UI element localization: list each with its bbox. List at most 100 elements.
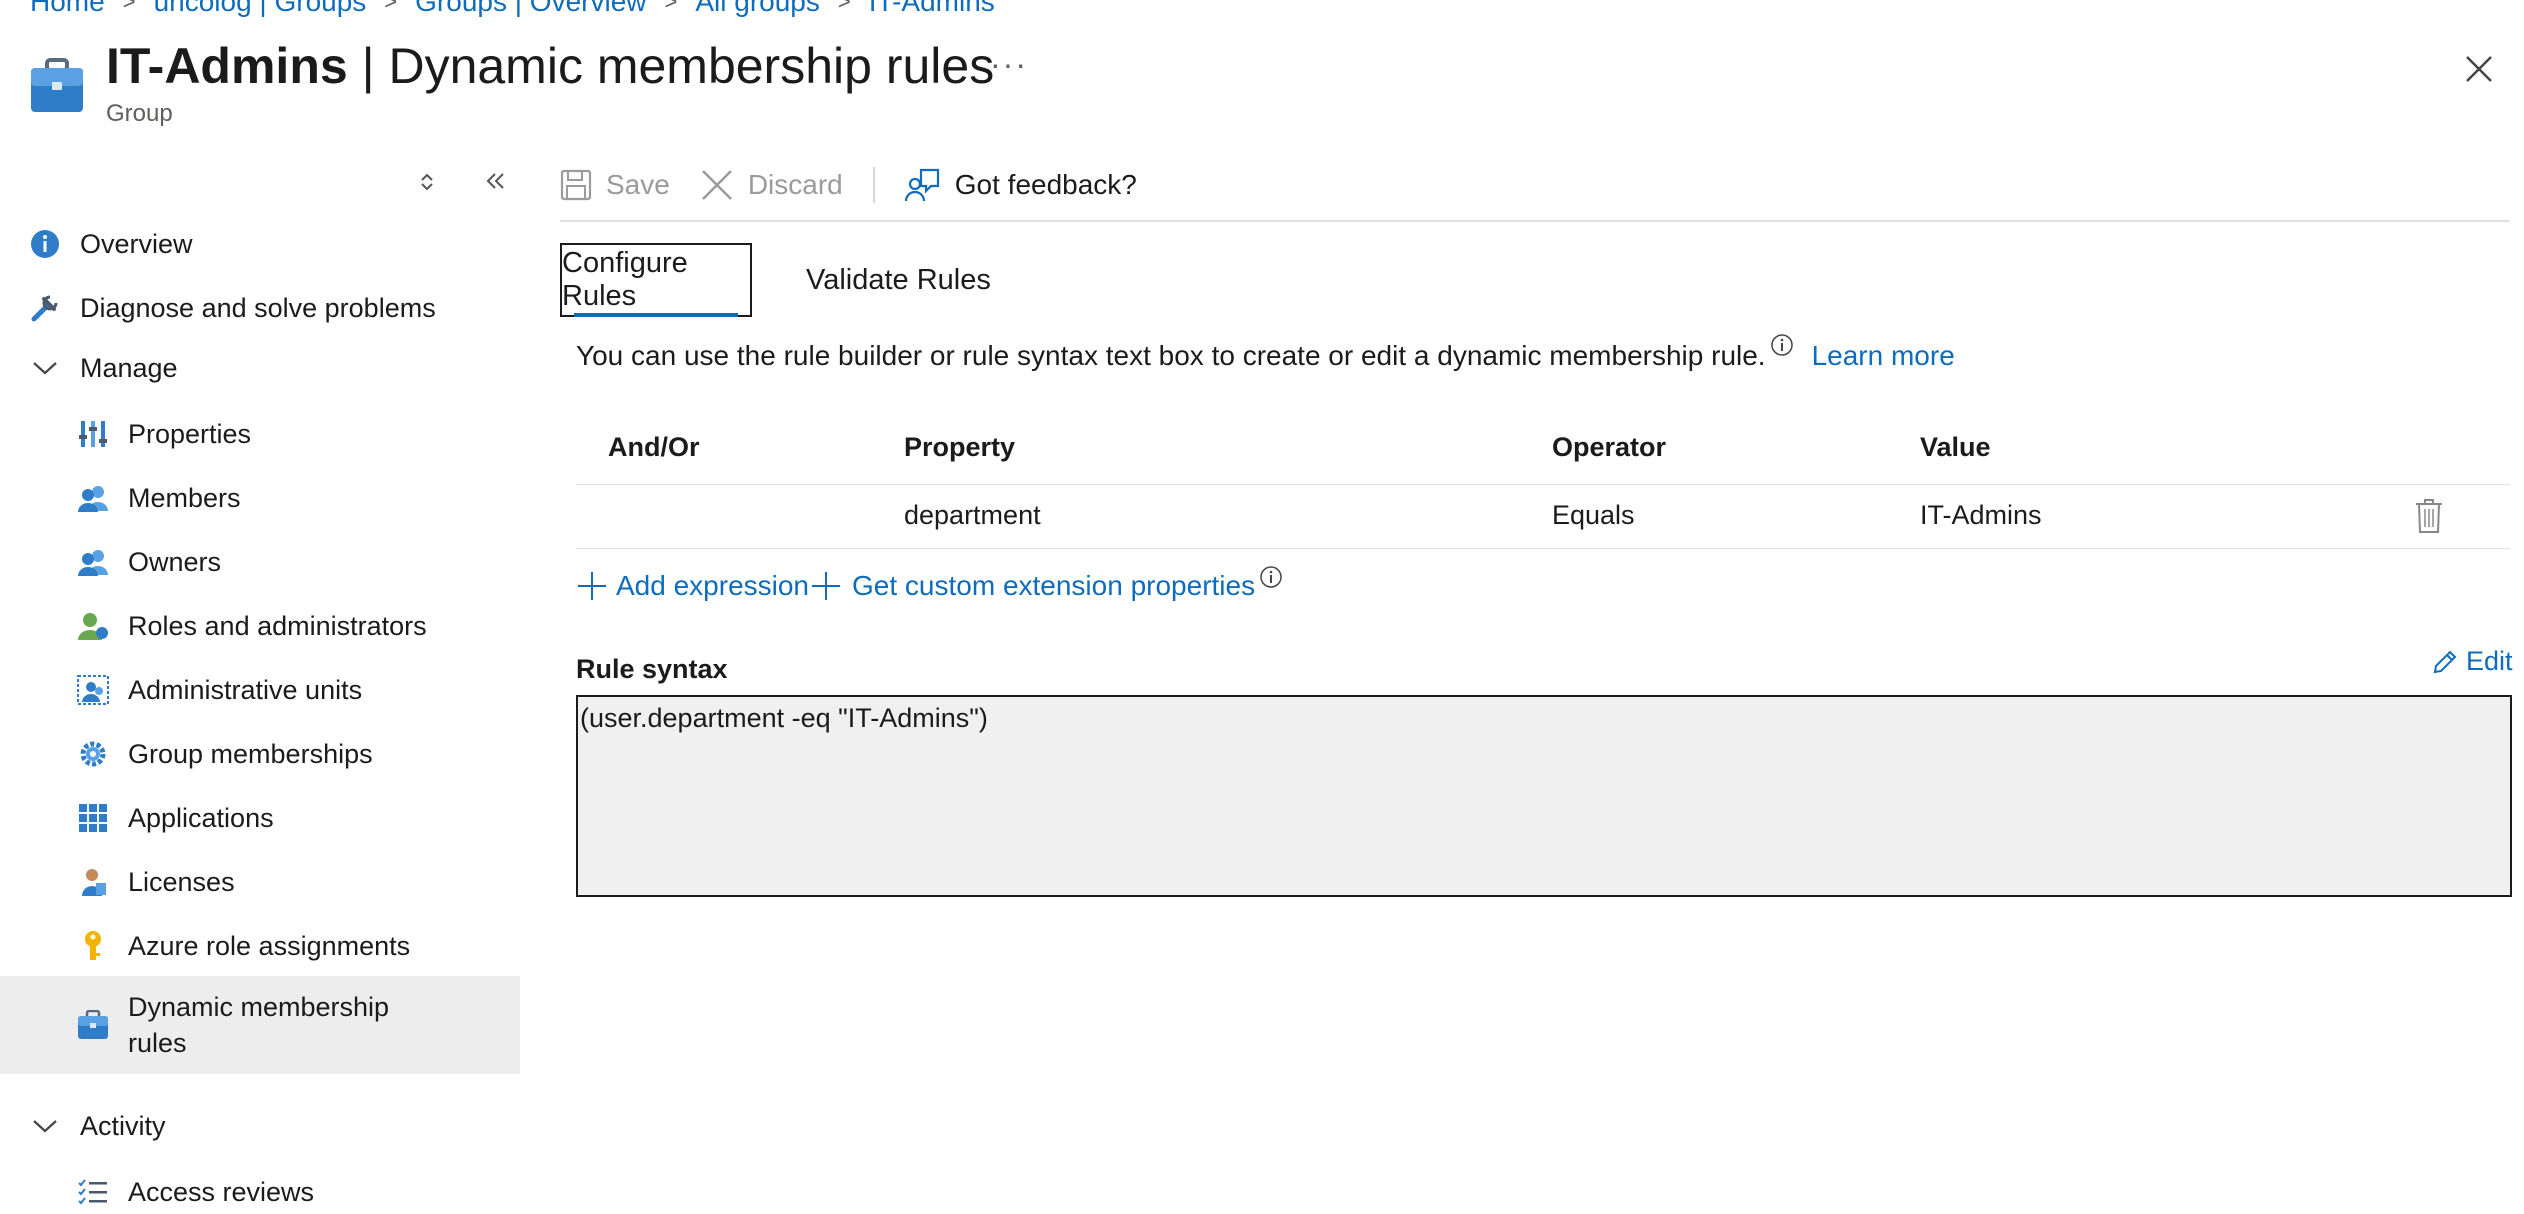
sidebar-item-properties[interactable]: Properties <box>0 412 520 456</box>
sidebar-item-owners[interactable]: Owners <box>0 540 520 584</box>
description: You can use the rule builder or rule syn… <box>576 334 1955 372</box>
sidebar-item-members[interactable]: Members <box>0 476 520 520</box>
tab-label: Validate Rules <box>806 263 991 296</box>
sidebar-item-roles-and-administrators[interactable]: Roles and administrators <box>0 604 520 648</box>
rule-syntax-value: (user.department -eq "IT-Admins") <box>580 703 988 733</box>
sidebar-item-licenses[interactable]: Licenses <box>0 860 520 904</box>
sidebar-item-access-reviews[interactable]: Access reviews <box>0 1170 520 1214</box>
members-icon <box>76 481 110 515</box>
info-circle-icon[interactable] <box>1259 564 1283 596</box>
chevron-right-icon: > <box>837 0 851 14</box>
rule-syntax-textbox[interactable]: (user.department -eq "IT-Admins") <box>576 695 2512 897</box>
sidebar-section-activity[interactable]: Activity <box>0 1104 520 1148</box>
breadcrumb-tenant-groups[interactable]: uncolog | Groups <box>154 0 367 18</box>
description-text: You can use the rule builder or rule syn… <box>576 340 1766 371</box>
cell-property[interactable]: department <box>904 500 1041 531</box>
licenses-icon <box>76 865 110 899</box>
add-expression-label: Add expression <box>616 570 810 601</box>
breadcrumb-groups-overview[interactable]: Groups | Overview <box>415 0 646 18</box>
group-briefcase-icon <box>30 58 84 114</box>
breadcrumb-current[interactable]: IT-Admins <box>869 0 995 18</box>
edit-label: Edit <box>2466 646 2513 676</box>
add-expression-button[interactable]: Add expression <box>576 570 809 602</box>
sidebar: Overview Diagnose and solve problems Man… <box>0 150 520 1207</box>
sidebar-item-label: Licenses <box>128 866 235 897</box>
command-bar: Save Discard Got feedback? <box>560 160 1167 210</box>
toolbar-divider-line <box>560 220 2510 222</box>
info-circle-icon[interactable] <box>1770 332 1794 364</box>
save-label: Save <box>606 169 670 200</box>
info-icon <box>28 227 62 261</box>
apps-grid-icon <box>76 801 110 835</box>
feedback-label: Got feedback? <box>954 169 1137 200</box>
sidebar-item-azure-role-assignments[interactable]: Azure role assignments <box>0 924 520 968</box>
sidebar-item-label: Access reviews <box>128 1176 315 1207</box>
tab-configure-rules[interactable]: Configure Rules <box>560 243 752 317</box>
sidebar-item-label: Applications <box>128 802 274 833</box>
sidebar-item-label: Dynamic membership rules <box>128 992 390 1058</box>
page-title-group-name: IT-Admins <box>106 38 348 94</box>
custom-extension-label: Get custom extension properties <box>852 570 1256 601</box>
gear-icon <box>76 737 110 771</box>
breadcrumb-all-groups[interactable]: All groups <box>695 0 820 18</box>
sidebar-item-applications[interactable]: Applications <box>0 796 520 840</box>
page-subtitle: Group <box>106 100 173 127</box>
sidebar-item-label: Diagnose and solve problems <box>80 292 436 323</box>
chevron-down-icon <box>28 351 62 385</box>
save-button[interactable]: Save <box>560 169 670 201</box>
pencil-icon <box>2433 650 2457 673</box>
sidebar-item-label: Members <box>128 482 241 513</box>
cell-value[interactable]: IT-Admins <box>1920 500 2042 531</box>
toolbar-divider <box>872 167 875 203</box>
save-icon <box>560 169 592 201</box>
tab-active-indicator <box>574 313 738 317</box>
tab-label: Configure Rules <box>562 247 688 312</box>
delete-icon[interactable] <box>2414 498 2444 539</box>
sort-updown-icon[interactable] <box>418 170 436 201</box>
sidebar-item-label: Owners <box>128 546 222 577</box>
page-title-section: | Dynamic membership rules <box>347 38 995 94</box>
cell-operator[interactable]: Equals <box>1552 500 1635 531</box>
roles-icon <box>76 609 110 643</box>
collapse-sidebar-icon[interactable] <box>484 168 508 201</box>
sidebar-item-dynamic-membership-rules[interactable]: Dynamic membership rules <box>0 976 520 1074</box>
discard-label: Discard <box>747 169 843 200</box>
rule-syntax-label: Rule syntax <box>576 654 728 684</box>
chevron-right-icon: > <box>384 0 398 14</box>
key-icon <box>76 929 110 963</box>
feedback-icon <box>904 168 939 202</box>
briefcase-icon <box>76 1008 110 1042</box>
sidebar-item-label: Activity <box>80 1110 166 1141</box>
column-header-operator: Operator <box>1552 432 1667 462</box>
learn-more-link[interactable]: Learn more <box>1812 340 1955 372</box>
sidebar-item-diagnose[interactable]: Diagnose and solve problems <box>0 286 520 330</box>
sidebar-item-overview[interactable]: Overview <box>0 222 520 266</box>
sidebar-section-manage[interactable]: Manage <box>0 346 520 390</box>
sidebar-item-label: Roles and administrators <box>128 610 427 641</box>
page-title: IT-Admins | Dynamic membership rules <box>106 36 994 96</box>
discard-button[interactable]: Discard <box>700 168 843 202</box>
tab-validate-rules[interactable]: Validate Rules <box>806 243 991 317</box>
discard-icon <box>701 170 732 200</box>
column-header-property: Property <box>904 432 1016 462</box>
breadcrumb-home[interactable]: Home <box>30 0 105 18</box>
plus-icon <box>812 572 840 600</box>
table-header-divider <box>576 484 2510 485</box>
close-icon[interactable] <box>2462 52 2496 86</box>
chevron-right-icon: > <box>122 0 136 14</box>
sidebar-item-label: Azure role assignments <box>128 930 411 961</box>
more-options-button[interactable]: ··· <box>990 46 1028 83</box>
sidebar-item-group-memberships[interactable]: Group memberships <box>0 732 520 776</box>
sidebar-item-administrative-units[interactable]: Administrative units <box>0 668 520 712</box>
sidebar-item-label: Properties <box>128 418 252 449</box>
chevron-down-icon <box>28 1109 62 1143</box>
plus-icon <box>578 572 606 600</box>
wrench-icon <box>28 291 62 325</box>
sidebar-item-label: Manage <box>80 352 178 383</box>
get-custom-extension-properties-button[interactable]: Get custom extension properties <box>810 566 1283 602</box>
edit-button[interactable]: Edit <box>2432 646 2513 677</box>
sidebar-item-label: Administrative units <box>128 674 363 705</box>
feedback-button[interactable]: Got feedback? <box>904 167 1137 203</box>
table-row-divider <box>576 548 2510 549</box>
chevron-right-icon: > <box>664 0 678 14</box>
